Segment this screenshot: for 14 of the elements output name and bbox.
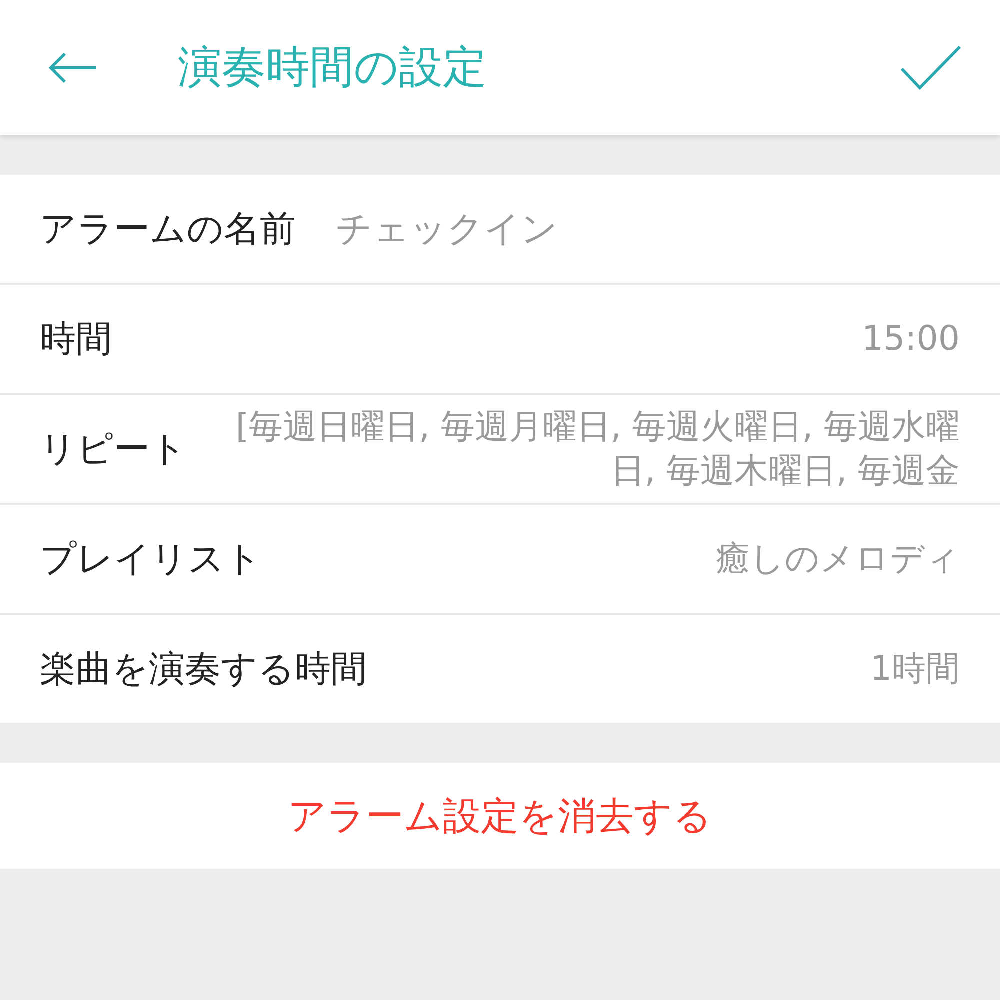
setting-label: プレイリスト: [40, 538, 262, 582]
setting-value[interactable]: 15:00: [152, 316, 960, 362]
setting-value[interactable]: [毎週日曜日, 毎週月曜日, 毎週火曜日, 毎週水曜日, 毎週木曜日, 毎週金: [227, 404, 960, 494]
setting-label: アラームの名前: [40, 208, 296, 252]
setting-value[interactable]: 癒しのメロディ: [302, 536, 960, 582]
screen-title: 演奏時間の設定: [178, 41, 488, 95]
setting-label: 時間: [40, 318, 112, 362]
setting-label: リピート: [40, 428, 187, 472]
confirm-icon[interactable]: [900, 44, 962, 90]
setting-value[interactable]: 1時間: [407, 646, 960, 692]
alarm-name-field[interactable]: チェックイン: [336, 208, 960, 250]
back-icon[interactable]: [48, 52, 98, 84]
delete-alarm-button[interactable]: アラーム設定を消去する: [0, 763, 1000, 869]
setting-label: 楽曲を演奏する時間: [40, 648, 367, 692]
